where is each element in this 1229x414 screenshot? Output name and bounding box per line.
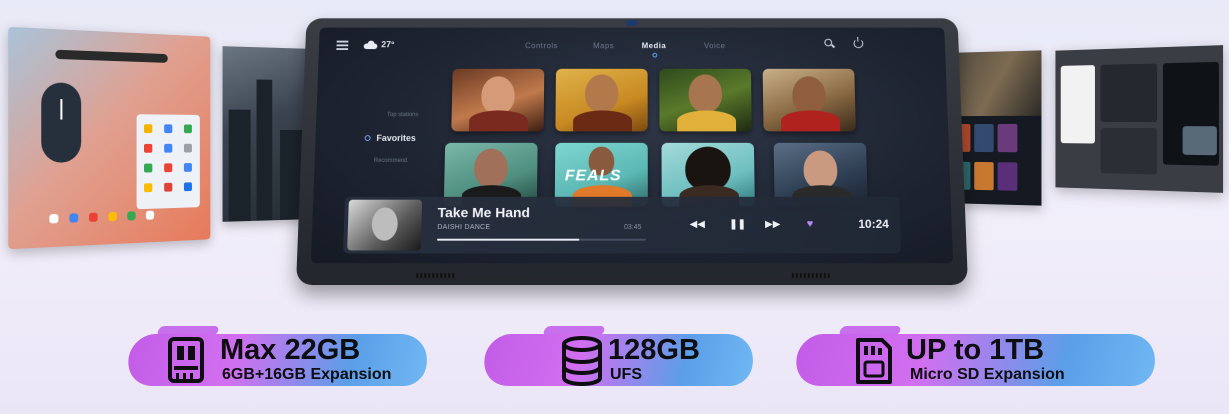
spec-badge-sd: UP to 1TB Micro SD Expansion (789, 322, 1163, 392)
tab-voice[interactable]: Voice (704, 42, 726, 50)
spec-badge-storage: 128GB UFS (477, 322, 761, 392)
album-card[interactable] (555, 68, 648, 132)
pause-icon[interactable]: ❚❚ (729, 219, 746, 230)
menu-icon[interactable] (336, 40, 349, 50)
launcher-search-bar (55, 49, 168, 63)
spec-main-ram: Max 22GB (220, 334, 361, 366)
song-duration: 03:45 (624, 224, 642, 231)
spec-sub-storage: UFS (610, 366, 642, 383)
launcher-dock (8, 27, 210, 224)
nav-top-stations[interactable]: Top stations (387, 112, 419, 118)
spec-badge-ram: Max 22GB 6GB+16GB Expansion (121, 322, 435, 392)
side-screen-multitask (1055, 45, 1224, 193)
clock-time: 10:24 (858, 217, 890, 231)
search-icon[interactable] (824, 38, 836, 48)
song-artist: DAISHI DANCE (437, 224, 491, 231)
clock-widget (41, 82, 82, 163)
song-title: Take Me Hand (437, 204, 531, 221)
sd-card-icon (856, 338, 892, 384)
album-card[interactable] (451, 68, 545, 132)
speaker-grille-right (791, 273, 832, 279)
spec-sub-ram: 6GB+16GB Expansion (222, 366, 392, 383)
app-drawer (136, 114, 200, 210)
tab-controls[interactable]: Controls (525, 42, 558, 50)
spec-main-sd: UP to 1TB (906, 334, 1045, 366)
side-screen-home-launcher (8, 26, 211, 250)
front-camera (626, 20, 638, 26)
album-card[interactable] (659, 68, 752, 132)
spec-sub-sd: Micro SD Expansion (910, 366, 1065, 383)
playback-progress[interactable] (437, 238, 646, 241)
tablet-device: 27° Controls Maps Media Voice Top statio… (296, 18, 968, 285)
album-card[interactable] (762, 68, 856, 132)
playback-progress-fill (437, 238, 580, 241)
active-tab-indicator (652, 52, 658, 58)
weather-icon (363, 40, 378, 50)
power-icon[interactable] (853, 38, 864, 49)
now-playing-bar (343, 196, 902, 254)
tab-maps[interactable]: Maps (593, 42, 614, 50)
heart-icon[interactable]: ♥ (807, 218, 814, 230)
next-icon[interactable]: ▶▶ (765, 219, 780, 230)
nav-selected-indicator (364, 135, 371, 141)
album-caption: FEALS (564, 167, 622, 185)
speaker-grille-left (416, 273, 457, 279)
ram-chip-icon (168, 337, 204, 383)
nav-recommend[interactable]: Recommend (374, 158, 408, 164)
tablet-screen: 27° Controls Maps Media Voice Top statio… (310, 27, 954, 264)
tab-media[interactable]: Media (642, 42, 666, 50)
previous-icon[interactable]: ◀◀ (690, 219, 705, 230)
now-playing-cover[interactable] (347, 199, 423, 251)
spec-main-storage: 128GB (608, 334, 700, 366)
storage-database-icon (562, 336, 602, 386)
temperature-label: 27° (381, 39, 395, 50)
nav-favorites[interactable]: Favorites (376, 133, 416, 143)
